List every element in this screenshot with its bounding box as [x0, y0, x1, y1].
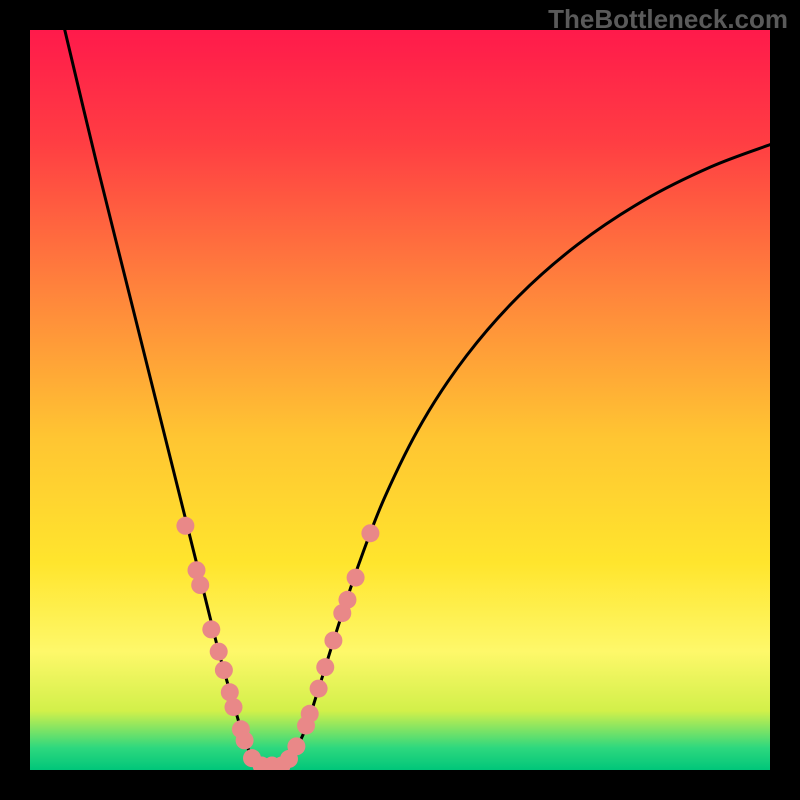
watermark-text: TheBottleneck.com [548, 4, 788, 35]
chart-canvas: TheBottleneck.com [0, 0, 800, 800]
chart-svg [0, 0, 800, 800]
plot-background [30, 30, 770, 770]
